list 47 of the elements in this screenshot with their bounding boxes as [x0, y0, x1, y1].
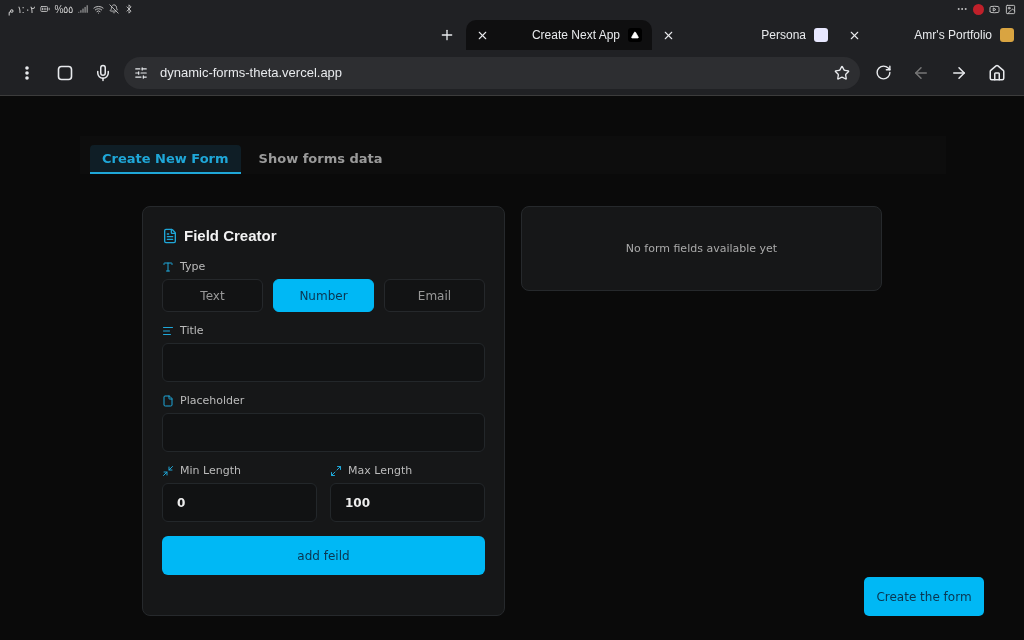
favicon-icon	[814, 28, 828, 42]
site-settings-icon	[134, 65, 148, 80]
square-icon	[57, 64, 73, 81]
max-length-input[interactable]: 100	[330, 483, 485, 522]
type-option[interactable]: Number	[273, 279, 374, 312]
favicon-icon	[1000, 28, 1014, 42]
menu-icon	[25, 65, 29, 80]
form-tab[interactable]: Show forms data	[246, 145, 395, 174]
video-icon	[989, 3, 1000, 15]
min-length-input[interactable]: 0	[162, 483, 317, 522]
add-field-button[interactable]: add feild	[162, 536, 485, 575]
shrink-icon	[162, 464, 174, 477]
field-label: Placeholder	[180, 394, 245, 407]
field-label: Title	[180, 324, 204, 337]
document-icon	[162, 227, 178, 244]
favicon-icon	[628, 28, 642, 42]
create-form-button[interactable]: Create the form	[864, 577, 984, 616]
microphone-icon	[94, 63, 112, 82]
lines-icon	[162, 324, 174, 337]
home-icon	[988, 63, 1006, 82]
status-time: ١:٠٢ م	[8, 3, 35, 15]
bookmark-icon[interactable]	[834, 64, 850, 81]
file-icon	[162, 394, 174, 407]
signal-icon	[78, 4, 89, 14]
browser-tab[interactable]: Amr's Portfolio	[838, 20, 1024, 50]
field-label: Min Length	[180, 464, 241, 477]
image-icon	[1005, 3, 1016, 15]
address-bar[interactable]: dynamic-forms-theta.vercel.app	[124, 56, 860, 89]
type-option[interactable]: Text	[162, 279, 263, 312]
card-title: Field Creator	[184, 227, 277, 244]
wifi-icon	[93, 3, 105, 15]
muted-icon	[109, 4, 120, 14]
form-tab[interactable]: Create New Form	[90, 145, 241, 174]
expand-icon	[330, 464, 342, 477]
reload-icon	[874, 64, 892, 81]
type-option[interactable]: Email	[384, 279, 485, 312]
notification-icon	[973, 3, 984, 15]
empty-message: No form fields available yet	[625, 242, 778, 255]
browser-tab[interactable]: Create Next App	[466, 20, 652, 50]
field-label: Max Length	[348, 464, 413, 477]
text-icon	[162, 260, 174, 273]
plus-icon	[439, 27, 455, 43]
battery-icon	[39, 4, 50, 14]
battery-level: %٥٥	[54, 3, 74, 15]
browser-tab[interactable]: Persona	[652, 20, 838, 50]
field-label: Type	[180, 260, 206, 273]
bluetooth-icon	[124, 4, 135, 14]
